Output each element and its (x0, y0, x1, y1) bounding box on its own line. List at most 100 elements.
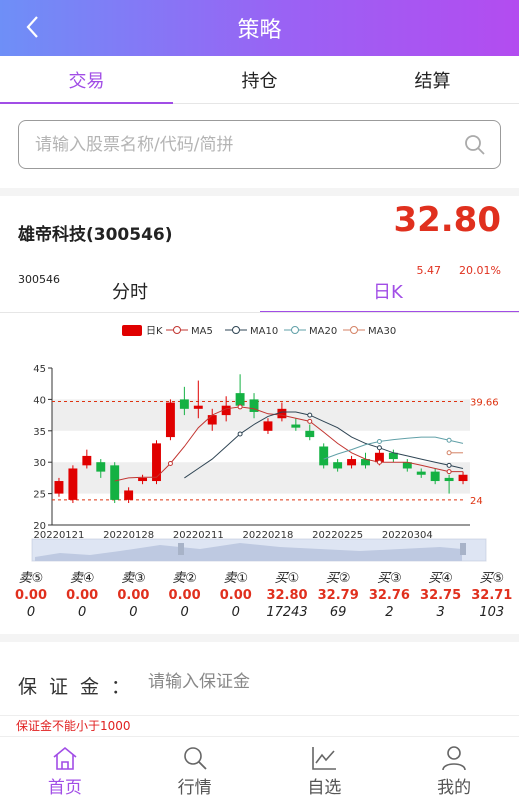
y-tick-label: 30 (33, 458, 46, 469)
y-tick-label: 25 (33, 490, 46, 501)
order-level-price: 0.00 (14, 588, 48, 603)
candle-body (458, 474, 468, 482)
kline-chart-svg: 日K MA5 MA10 MA20 MA3020253035404520220121 202… (31, 325, 499, 562)
order-level-price: 32.79 (317, 588, 359, 603)
ma-point (237, 404, 243, 410)
kline-chart[interactable]: 日K MA5 MA10 MA20 MA30 20 25 30 35 40 45 20220121 202… (0, 313, 519, 565)
order-level-price: 32.75 (420, 588, 462, 603)
y-tick-label: 45 (33, 364, 46, 375)
margin-input[interactable] (148, 672, 448, 692)
ma-point (376, 445, 382, 451)
mark-line-label: 39.66 (470, 398, 499, 409)
order-level-volume: 0 (129, 605, 138, 620)
order-book-level: 卖④ 0.00 0 (56, 570, 108, 621)
chevron-left-icon (26, 16, 38, 38)
candle-body (193, 405, 203, 409)
nav-profile-label: 我的 (437, 778, 472, 798)
order-level-volume: 69 (329, 605, 347, 620)
legend-label: MA10 (250, 326, 278, 337)
nav-home[interactable]: 首页 (0, 737, 130, 803)
tab-settlement[interactable]: 结算 (346, 56, 519, 103)
order-level-label: 买② (325, 571, 351, 586)
zoom-handle-left (178, 543, 184, 555)
candle-body (347, 459, 357, 466)
top-tabs: 交易 持仓 结算 (0, 56, 519, 104)
order-book-level: 买② 32.79 69 (312, 570, 364, 621)
ma-point (446, 437, 452, 443)
chart-icon (312, 747, 337, 770)
order-level-volume: 0 (78, 605, 87, 620)
order-level-price: 32.80 (266, 588, 308, 603)
order-book-level: 卖③ 0.00 0 (107, 570, 159, 621)
nav-home-label: 首页 (47, 778, 82, 798)
order-level-price: 0.00 (66, 588, 99, 603)
nav-watchlist-label: 自选 (307, 778, 342, 798)
order-book-level: 卖② 0.00 0 (159, 570, 211, 621)
ma-point (446, 450, 452, 456)
ma-point (376, 438, 382, 444)
mark-line-label: 24 (470, 496, 483, 507)
order-level-label: 卖① (223, 571, 249, 586)
chart-tabs: 分时 日K (0, 266, 519, 313)
order-level-price: 32.76 (368, 588, 410, 603)
tab-positions[interactable]: 持仓 (173, 56, 346, 103)
grid-band (52, 399, 470, 431)
order-level-label: 买① (274, 571, 300, 586)
candle-body (110, 465, 120, 500)
zoom-handle-right (460, 543, 466, 555)
section-divider (0, 634, 519, 642)
order-level-label: 买⑤ (479, 571, 505, 586)
order-level-price: 32.71 (471, 588, 513, 603)
back-button[interactable] (18, 12, 48, 42)
order-book-level: 卖⑤ 0.00 0 (5, 570, 57, 621)
order-level-label: 买④ (428, 571, 453, 586)
order-level-volume: 3 (436, 605, 445, 620)
tab-daily-k[interactable]: 日K (373, 278, 403, 304)
tab-intraday[interactable]: 分时 (112, 278, 148, 304)
order-book-level: 买① 32.80 17243 (261, 570, 313, 621)
order-level-volume: 0 (231, 605, 240, 620)
candle-body (291, 424, 301, 428)
candle-body (96, 462, 106, 472)
order-level-label: 买③ (377, 571, 402, 586)
search-box (18, 120, 501, 169)
stock-name: 雄帝科技(300546) (18, 225, 173, 245)
search-input[interactable] (35, 134, 435, 155)
order-book-level: 卖① 0.00 0 (210, 570, 262, 621)
candle-body (416, 471, 426, 475)
ma-point (307, 418, 313, 424)
candle-body (333, 462, 343, 469)
candle-body (430, 471, 440, 482)
order-book-level: 买④ 32.75 3 (415, 570, 467, 621)
stock-price: 32.80 (393, 200, 501, 240)
ma-point (376, 459, 382, 465)
candle-body (263, 421, 273, 431)
nav-market[interactable]: 行情 (130, 737, 260, 803)
user-icon (442, 746, 466, 771)
legend-label: 日K (146, 326, 163, 337)
candle-body (165, 402, 175, 438)
search-section (0, 104, 519, 190)
legend-label: MA5 (191, 326, 213, 337)
tab-trade[interactable]: 交易 (0, 56, 173, 104)
candle-body (138, 477, 148, 482)
candle-body (277, 408, 287, 419)
order-level-price: 0.00 (219, 588, 252, 603)
legend-swatch (122, 325, 142, 336)
y-tick-label: 35 (33, 427, 46, 438)
order-book-level: 买③ 32.76 2 (363, 570, 415, 621)
order-level-volume: 0 (26, 605, 36, 620)
candle-body (235, 393, 245, 406)
nav-watchlist[interactable]: 自选 (260, 737, 390, 803)
candle-body (68, 468, 78, 500)
legend-swatch-marker (173, 326, 181, 334)
order-book: 卖⑤ 0.00 0 卖④ 0.00 0 卖③ 0.00 0 卖② 0.00 0 卖① 0.00 0 买① 32.… (0, 566, 519, 632)
legend-label: MA30 (368, 326, 396, 337)
legend-label: MA20 (309, 326, 337, 337)
search-icon[interactable] (464, 134, 486, 160)
order-level-price: 0.00 (117, 588, 150, 603)
ma-point (167, 460, 173, 466)
zoom-window (32, 539, 486, 561)
order-level-label: 卖③ (121, 571, 146, 586)
nav-profile[interactable]: 我的 (389, 737, 519, 803)
